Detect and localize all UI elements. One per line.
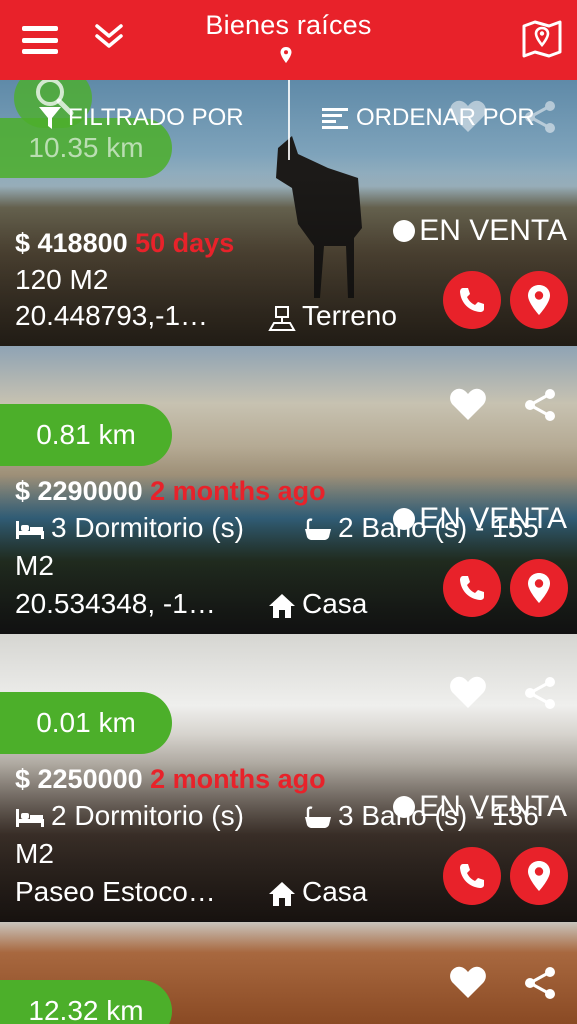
status-text: EN VENTA bbox=[419, 214, 567, 247]
listing-type: Casa bbox=[268, 588, 367, 620]
status-text: EN VENTA bbox=[419, 502, 567, 535]
location-button[interactable] bbox=[510, 271, 568, 329]
listing-card[interactable]: 0.81 km $ 2290000 2 months ago 3 Dormito… bbox=[0, 346, 577, 633]
listing-card[interactable]: 0.01 km $ 2250000 2 months ago 2 Dormito… bbox=[0, 634, 577, 921]
distance-badge: 0.81 km bbox=[0, 404, 172, 466]
listing-type: Casa bbox=[268, 876, 367, 908]
share-icon[interactable] bbox=[523, 388, 557, 422]
listing-type-label: Terreno bbox=[302, 300, 397, 331]
share-icon[interactable] bbox=[523, 676, 557, 710]
listing-type-label: Casa bbox=[302, 588, 368, 619]
listing-type: Terreno bbox=[268, 300, 397, 332]
listing-bedrooms: 2 Dormitorio (s) bbox=[15, 800, 244, 832]
status-badge: EN VENTA bbox=[393, 790, 567, 824]
location-button[interactable] bbox=[510, 559, 568, 617]
phone-icon bbox=[460, 864, 484, 888]
call-button[interactable] bbox=[443, 559, 501, 617]
filter-label: FILTRADO POR bbox=[68, 104, 244, 131]
listing-age: 50 days bbox=[135, 228, 235, 258]
filter-button[interactable]: FILTRADO POR bbox=[38, 104, 244, 132]
price-value: $ 2250000 bbox=[15, 764, 143, 794]
heart-icon[interactable] bbox=[449, 674, 487, 710]
call-button[interactable] bbox=[443, 847, 501, 905]
listing-age: 2 months ago bbox=[150, 764, 326, 794]
bed-icon bbox=[16, 520, 44, 539]
status-dot bbox=[393, 796, 416, 818]
order-button[interactable]: ORDENAR POR bbox=[322, 104, 535, 132]
heart-icon[interactable] bbox=[449, 964, 487, 1000]
toolbar-divider bbox=[288, 80, 290, 160]
price: $ 418800 50 days bbox=[15, 228, 234, 259]
listing-coords: 20.448793,-1… bbox=[15, 300, 209, 331]
price: $ 2290000 2 months ago bbox=[15, 476, 326, 507]
status-badge: EN VENTA bbox=[393, 214, 567, 248]
filter-icon bbox=[39, 107, 61, 129]
status-dot bbox=[393, 220, 416, 242]
location-button[interactable] bbox=[510, 847, 568, 905]
order-label: ORDENAR POR bbox=[356, 104, 535, 131]
listing-type-label: Casa bbox=[302, 876, 368, 907]
heart-icon[interactable] bbox=[449, 386, 487, 422]
bathtub-icon bbox=[305, 806, 331, 828]
share-icon[interactable] bbox=[523, 966, 557, 1000]
app-header: Bienes raíces bbox=[0, 0, 577, 80]
listing-age: 2 months ago bbox=[150, 476, 326, 506]
map-icon[interactable] bbox=[521, 18, 563, 58]
distance-badge: 12.32 km bbox=[0, 980, 172, 1024]
listing-address: Paseo Estoco… bbox=[15, 876, 216, 907]
distance-badge: 0.01 km bbox=[0, 692, 172, 754]
phone-icon bbox=[460, 576, 484, 600]
price: $ 2250000 2 months ago bbox=[15, 764, 326, 795]
location-pin-icon bbox=[280, 47, 292, 63]
listing-bedrooms: 3 Dormitorio (s) bbox=[15, 512, 244, 544]
listing-area: M2 bbox=[15, 550, 54, 581]
bathtub-icon bbox=[305, 518, 331, 540]
listing-coords: 20.534348, -1… bbox=[15, 588, 216, 619]
price-value: $ 2290000 bbox=[15, 476, 143, 506]
location-pin-icon bbox=[528, 285, 550, 315]
listing-area: 120 M2 bbox=[15, 264, 109, 295]
phone-icon bbox=[460, 288, 484, 312]
sort-icon bbox=[322, 108, 348, 129]
land-icon bbox=[268, 305, 296, 331]
house-icon bbox=[269, 593, 295, 618]
status-badge: EN VENTA bbox=[393, 502, 567, 536]
location-pin-icon bbox=[528, 573, 550, 603]
page-title: Bienes raíces bbox=[205, 10, 372, 40]
listing-card[interactable]: 12.32 km bbox=[0, 922, 577, 1024]
listing-area: M2 bbox=[15, 838, 54, 869]
house-icon bbox=[269, 881, 295, 906]
status-text: EN VENTA bbox=[419, 790, 567, 823]
call-button[interactable] bbox=[443, 271, 501, 329]
price-value: $ 418800 bbox=[15, 228, 128, 258]
location-pin-icon bbox=[528, 861, 550, 891]
bedrooms-label: 2 Dormitorio (s) bbox=[51, 800, 244, 831]
bedrooms-label: 3 Dormitorio (s) bbox=[51, 512, 244, 543]
status-dot bbox=[393, 508, 416, 530]
bed-icon bbox=[16, 808, 44, 827]
